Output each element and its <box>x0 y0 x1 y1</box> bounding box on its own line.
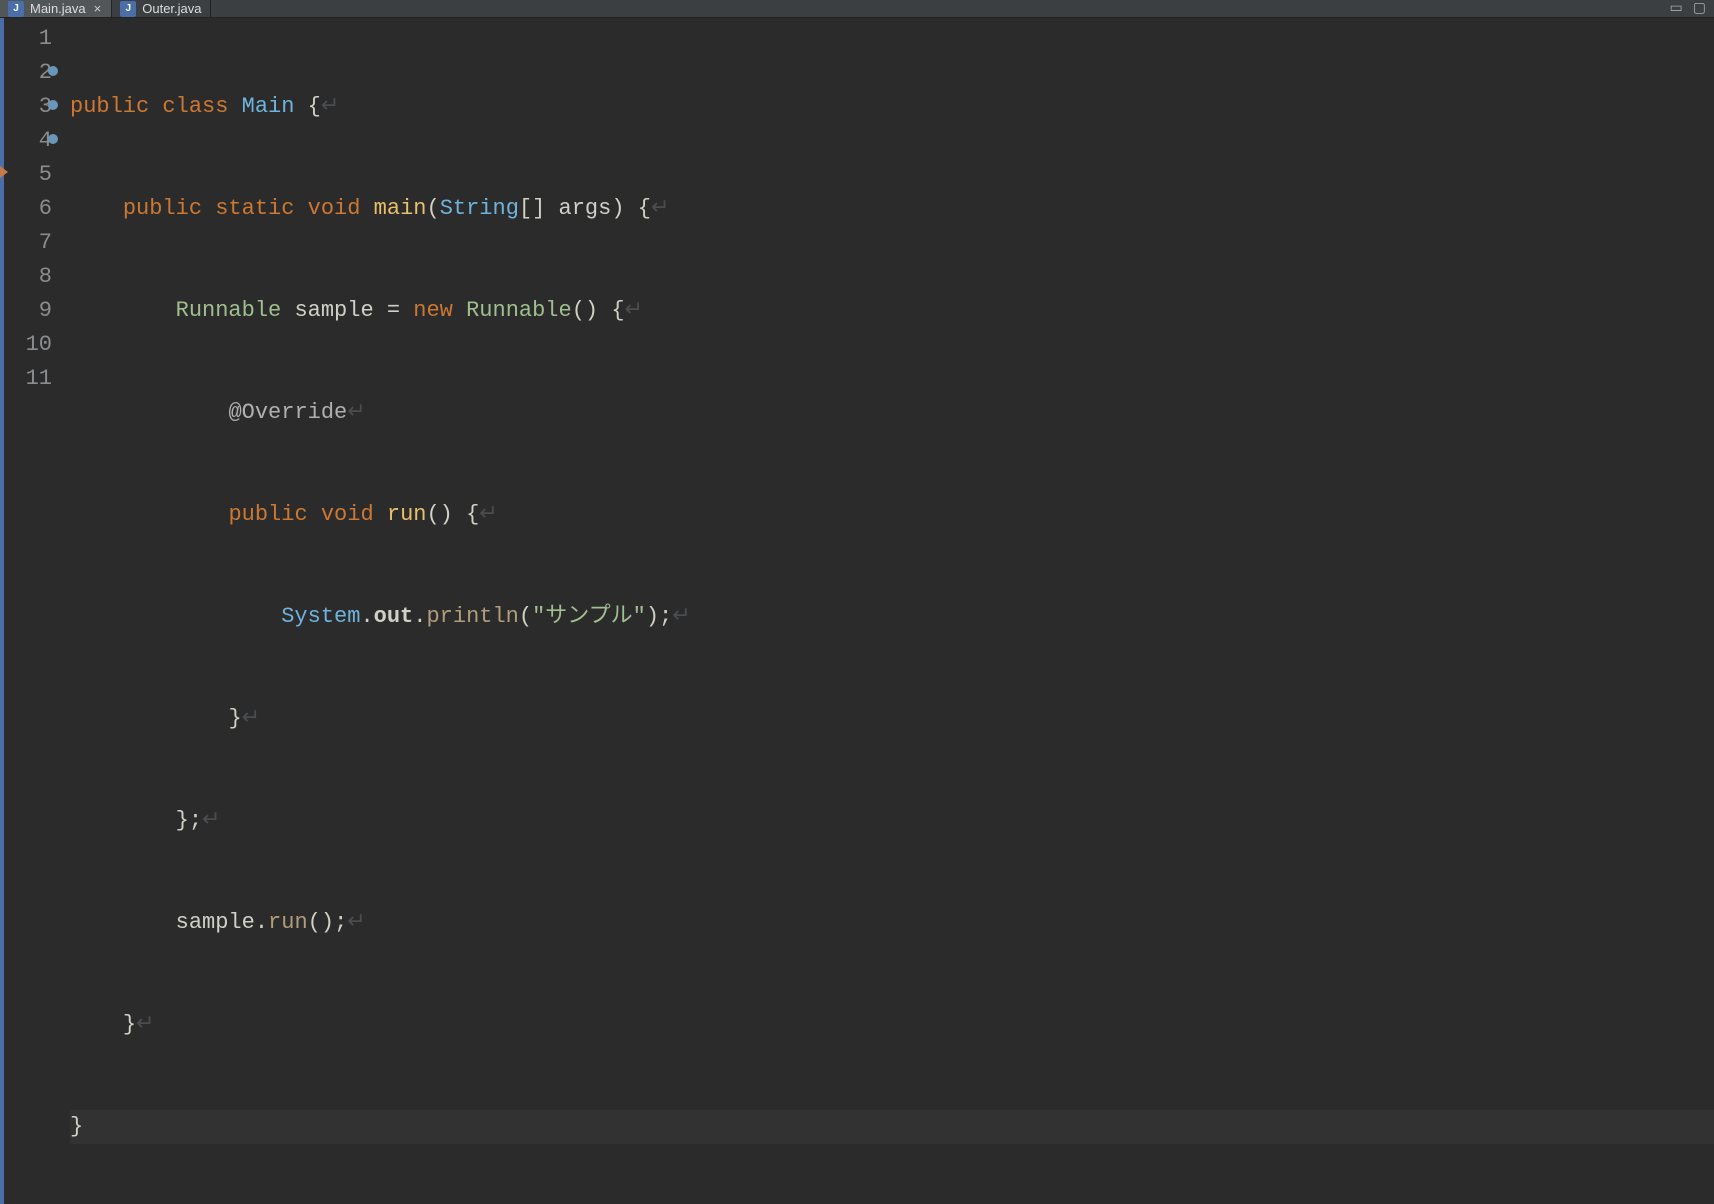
gutter-marker-icon <box>48 134 58 144</box>
tab-label: Main.java <box>30 1 86 16</box>
line-number: 10 <box>4 328 52 362</box>
close-icon[interactable]: × <box>92 1 104 16</box>
code-line: public void run() {↵ <box>70 498 1714 532</box>
line-number: 7 <box>4 226 52 260</box>
window-controls: ▭ ▢ <box>1670 0 1714 17</box>
code-line: }↵ <box>70 702 1714 736</box>
breakpoint-icon[interactable] <box>0 166 8 178</box>
line-number: 4 <box>4 124 52 158</box>
code-line: System.out.println("サンプル");↵ <box>70 600 1714 634</box>
line-number: 5 <box>4 158 52 192</box>
code-area[interactable]: public class Main {↵ public static void … <box>62 18 1714 1204</box>
gutter-marker-icon <box>48 100 58 110</box>
line-number: 9 <box>4 294 52 328</box>
tab-outer-java[interactable]: J Outer.java <box>112 0 210 17</box>
code-line: public static void main(String[] args) {… <box>70 192 1714 226</box>
maximize-icon[interactable]: ▢ <box>1693 0 1706 17</box>
line-number: 8 <box>4 260 52 294</box>
minimize-icon[interactable]: ▭ <box>1670 0 1683 17</box>
editor-tab-bar: J Main.java × J Outer.java ▭ ▢ <box>0 0 1714 18</box>
java-file-icon: J <box>8 1 24 17</box>
gutter-marker-icon <box>48 66 58 76</box>
code-line: };↵ <box>70 804 1714 838</box>
line-number: 2 <box>4 56 52 90</box>
code-line: } <box>70 1110 1714 1144</box>
line-number: 6 <box>4 192 52 226</box>
line-number: 3 <box>4 90 52 124</box>
code-editor[interactable]: 1 2 3 4 5 6 7 8 9 10 11 public class Mai… <box>0 18 1714 1204</box>
code-line: @Override↵ <box>70 396 1714 430</box>
tab-label: Outer.java <box>142 1 201 16</box>
line-number: 11 <box>4 362 52 396</box>
java-file-icon: J <box>120 1 136 17</box>
tab-main-java[interactable]: J Main.java × <box>0 0 112 17</box>
line-number: 1 <box>4 22 52 56</box>
code-line: }↵ <box>70 1008 1714 1042</box>
code-line: sample.run();↵ <box>70 906 1714 940</box>
line-gutter: 1 2 3 4 5 6 7 8 9 10 11 <box>4 18 62 1204</box>
code-line: public class Main {↵ <box>70 90 1714 124</box>
code-line: Runnable sample = new Runnable() {↵ <box>70 294 1714 328</box>
